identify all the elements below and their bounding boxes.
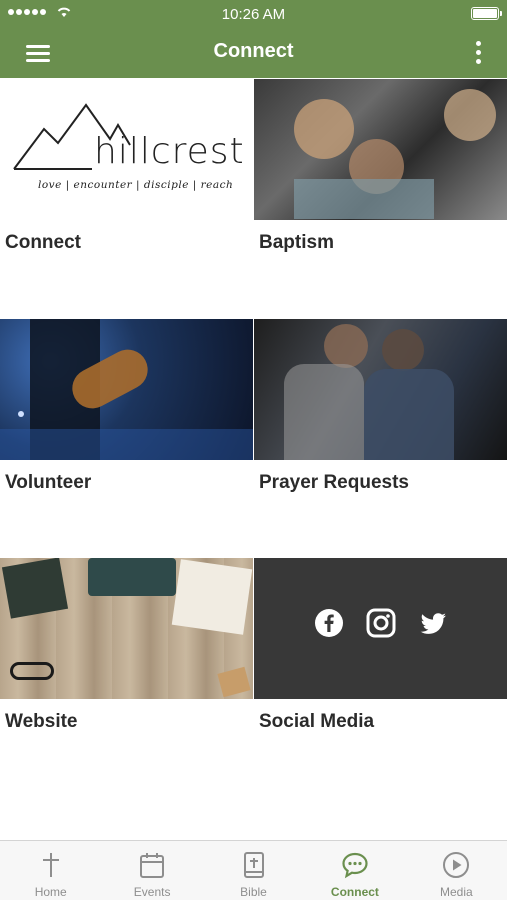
battery-icon: [471, 7, 502, 20]
tab-label: Media: [439, 885, 473, 899]
page-title: Connect: [213, 40, 294, 62]
tab-bible[interactable]: Bible: [203, 841, 304, 900]
tile-website[interactable]: Website: [0, 558, 253, 796]
tab-home[interactable]: Home: [0, 841, 101, 900]
hillcrest-logo: hillcrest love | encounter | disciple | …: [0, 79, 253, 220]
tile-label: Website: [5, 711, 78, 732]
tab-media[interactable]: Media: [406, 841, 507, 900]
tile-social-media[interactable]: Social Media: [254, 558, 507, 796]
facebook-icon[interactable]: [314, 608, 344, 638]
tile-connect[interactable]: hillcrest love | encounter | disciple | …: [0, 79, 253, 317]
prayer-photo: [254, 319, 507, 460]
social-media-panel: [254, 558, 507, 699]
tile-label: Baptism: [259, 232, 334, 253]
more-options-icon[interactable]: [473, 39, 483, 67]
tab-label: Connect: [330, 885, 379, 899]
tab-label: Events: [133, 885, 171, 899]
tab-connect[interactable]: Connect: [304, 841, 405, 900]
tile-label: Social Media: [259, 711, 375, 732]
cross-icon: [42, 853, 59, 877]
logo-tagline: love | encounter | disciple | reach: [38, 179, 234, 191]
chat-icon: [342, 852, 368, 879]
tab-bar: Home Events Bible Connect Media: [0, 840, 507, 900]
status-bar: 10:26 AM: [0, 0, 507, 28]
tab-events[interactable]: Events: [101, 841, 202, 900]
instagram-icon[interactable]: [366, 608, 396, 638]
twitter-icon[interactable]: [418, 608, 448, 638]
bible-icon: [243, 852, 264, 878]
baptism-photo: [254, 79, 507, 220]
website-photo: [0, 558, 253, 699]
tile-prayer-requests[interactable]: Prayer Requests: [254, 319, 507, 557]
tile-label: Connect: [5, 232, 81, 253]
tab-label: Home: [34, 885, 67, 899]
tile-volunteer[interactable]: Volunteer: [0, 319, 253, 557]
tile-label: Volunteer: [5, 472, 92, 493]
volunteer-photo: [0, 319, 253, 460]
nav-bar: Connect: [0, 28, 507, 78]
play-icon: [443, 852, 470, 878]
tile-label: Prayer Requests: [259, 472, 409, 493]
tab-label: Bible: [240, 885, 267, 899]
logo-wordmark: hillcrest: [94, 131, 245, 172]
tile-baptism[interactable]: Baptism: [254, 79, 507, 317]
status-time: 10:26 AM: [221, 6, 286, 23]
calendar-icon: [140, 853, 165, 878]
